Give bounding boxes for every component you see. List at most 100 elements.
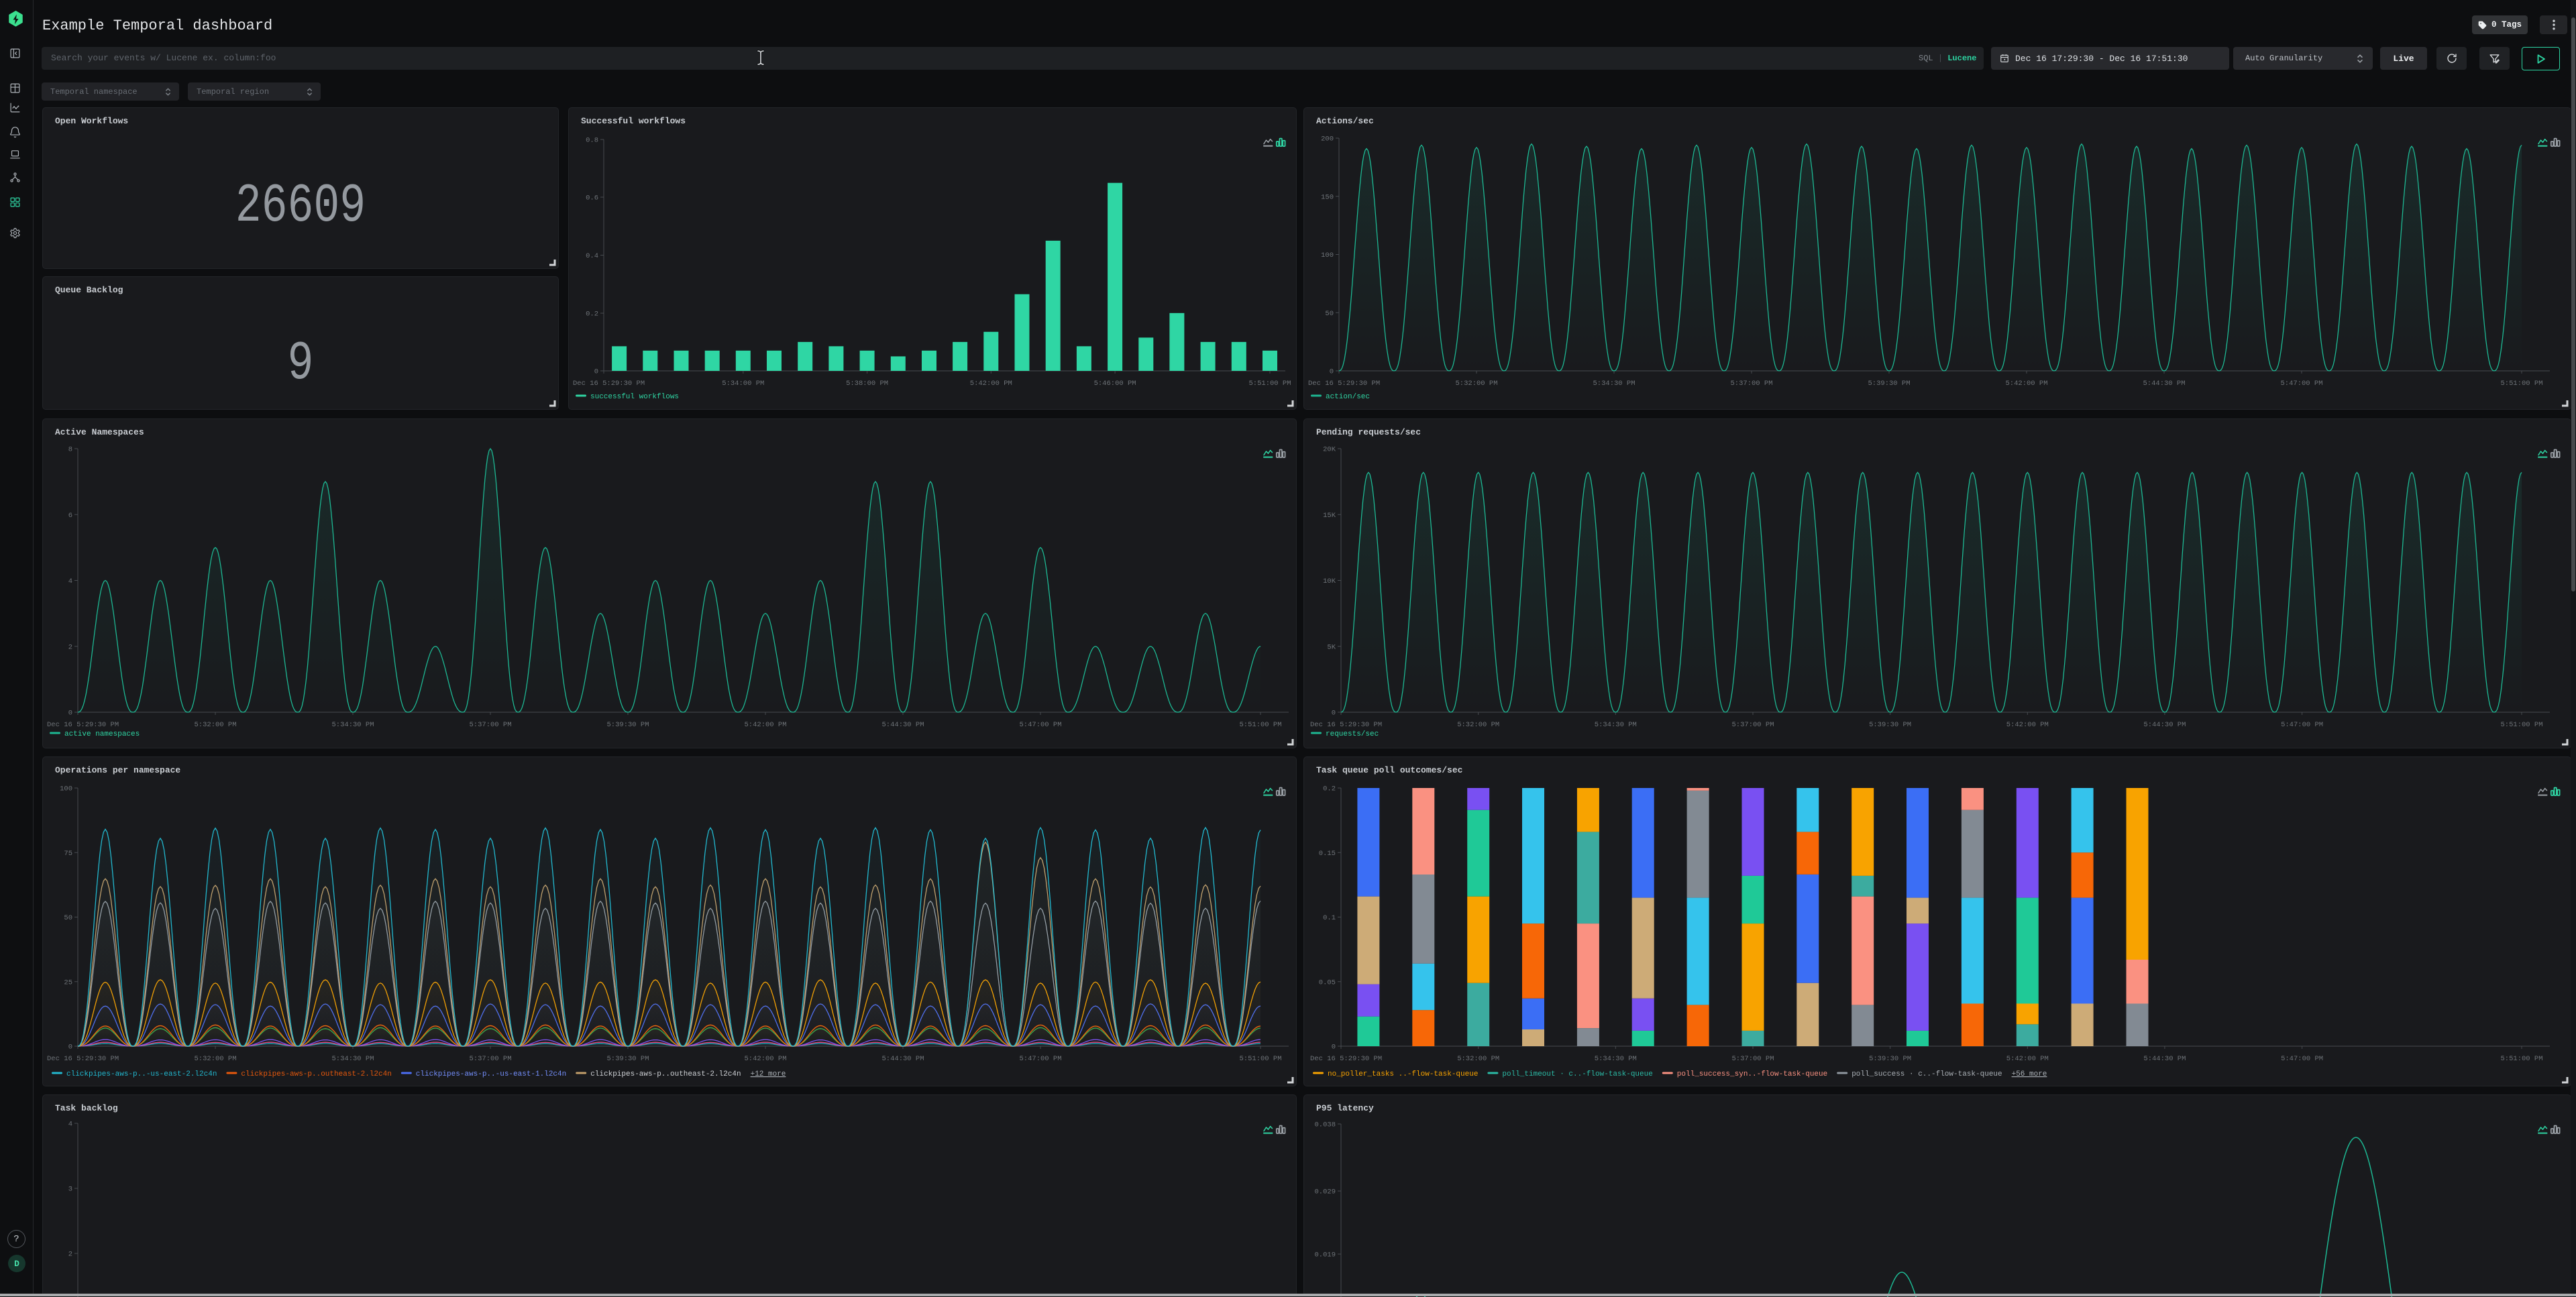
svg-text:Dec 16 5:29:30 PM: Dec 16 5:29:30 PM	[47, 721, 119, 729]
svg-text:5:39:30 PM: 5:39:30 PM	[1869, 1055, 1911, 1063]
svg-text:5:42:00 PM: 5:42:00 PM	[744, 1055, 786, 1063]
svg-text:clickpipes-aws-p..outheast-2.l: clickpipes-aws-p..outheast-2.l2c4n	[590, 1070, 741, 1078]
svg-text:5:34:30 PM: 5:34:30 PM	[1595, 721, 1637, 729]
svg-text:Dec 16 5:29:30 PM: Dec 16 5:29:30 PM	[1310, 1055, 1382, 1063]
svg-text:150: 150	[1321, 193, 1334, 201]
svg-text:5:39:30 PM: 5:39:30 PM	[606, 721, 649, 729]
svg-text:0: 0	[68, 1044, 72, 1052]
svg-text:5:34:30 PM: 5:34:30 PM	[331, 721, 374, 729]
svg-text:5:47:00 PM: 5:47:00 PM	[2281, 1055, 2323, 1063]
svg-text:5:51:00 PM: 5:51:00 PM	[1248, 380, 1291, 388]
svg-text:5K: 5K	[1327, 643, 1336, 651]
svg-text:clickpipes-aws-p..outheast-2.l: clickpipes-aws-p..outheast-2.l2c4n	[241, 1070, 391, 1078]
svg-text:20K: 20K	[1323, 446, 1336, 454]
svg-text:5:42:00 PM: 5:42:00 PM	[2005, 380, 2047, 388]
svg-text:0.029: 0.029	[1314, 1188, 1336, 1196]
svg-text:0: 0	[1332, 710, 1336, 718]
svg-text:5:51:00 PM: 5:51:00 PM	[2500, 1055, 2542, 1063]
svg-text:successful workflows: successful workflows	[590, 393, 679, 401]
svg-text:50: 50	[1325, 310, 1334, 318]
svg-text:clickpipes-aws-p..-us-east-1.l: clickpipes-aws-p..-us-east-1.l2c4n	[416, 1070, 566, 1078]
svg-text:Dec 16 5:29:30 PM: Dec 16 5:29:30 PM	[1308, 380, 1380, 388]
svg-text:Dec 16 5:29:30 PM: Dec 16 5:29:30 PM	[1310, 721, 1382, 729]
svg-text:3: 3	[68, 1186, 72, 1194]
svg-text:5:42:00 PM: 5:42:00 PM	[744, 721, 786, 729]
svg-text:5:47:00 PM: 5:47:00 PM	[1019, 721, 1061, 729]
svg-text:5:51:00 PM: 5:51:00 PM	[1239, 721, 1281, 729]
svg-text:poll_success · c..-flow-task-q: poll_success · c..-flow-task-queue	[1851, 1070, 2002, 1078]
svg-text:0.8: 0.8	[586, 137, 598, 145]
svg-text:clickpipes-aws-p..-us-east-2.l: clickpipes-aws-p..-us-east-2.l2c4n	[66, 1070, 217, 1078]
svg-text:5:47:00 PM: 5:47:00 PM	[1019, 1055, 1061, 1063]
svg-text:5:42:00 PM: 5:42:00 PM	[2006, 721, 2049, 729]
svg-text:0.05: 0.05	[1319, 978, 1336, 986]
svg-text:5:37:00 PM: 5:37:00 PM	[1731, 721, 1774, 729]
svg-text:5:38:00 PM: 5:38:00 PM	[846, 380, 888, 388]
svg-text:5:32:00 PM: 5:32:00 PM	[194, 1055, 236, 1063]
svg-text:6: 6	[68, 512, 72, 520]
svg-text:0.1: 0.1	[1323, 914, 1336, 922]
svg-text:Dec 16 5:29:30 PM: Dec 16 5:29:30 PM	[573, 380, 645, 388]
svg-text:0: 0	[1330, 368, 1334, 376]
svg-text:5:46:00 PM: 5:46:00 PM	[1094, 380, 1136, 388]
svg-text:Dec 16 5:29:30 PM: Dec 16 5:29:30 PM	[47, 1055, 119, 1063]
svg-text:5:44:30 PM: 5:44:30 PM	[2143, 1055, 2186, 1063]
svg-text:100: 100	[60, 785, 72, 793]
svg-text:0.6: 0.6	[586, 194, 598, 203]
svg-text:requests/sec: requests/sec	[1326, 730, 1379, 738]
svg-text:0.15: 0.15	[1319, 850, 1336, 858]
svg-text:5:42:00 PM: 5:42:00 PM	[970, 380, 1012, 388]
svg-text:10K: 10K	[1323, 577, 1336, 585]
svg-text:5:51:00 PM: 5:51:00 PM	[2500, 721, 2542, 729]
svg-text:5:39:30 PM: 5:39:30 PM	[1868, 380, 1910, 388]
svg-text:25: 25	[64, 978, 72, 986]
svg-text:5:37:00 PM: 5:37:00 PM	[1730, 380, 1772, 388]
svg-text:5:34:00 PM: 5:34:00 PM	[722, 380, 764, 388]
svg-text:5:34:30 PM: 5:34:30 PM	[331, 1055, 374, 1063]
svg-text:5:44:30 PM: 5:44:30 PM	[881, 1055, 924, 1063]
svg-text:0.038: 0.038	[1314, 1121, 1336, 1129]
svg-text:200: 200	[1321, 135, 1334, 144]
svg-text:0: 0	[68, 710, 72, 718]
svg-text:5:34:30 PM: 5:34:30 PM	[1593, 380, 1635, 388]
svg-text:5:32:00 PM: 5:32:00 PM	[1457, 1055, 1499, 1063]
svg-text:no_poller_tasks ..-flow-task-q: no_poller_tasks ..-flow-task-queue	[1328, 1070, 1478, 1078]
svg-text:5:37:00 PM: 5:37:00 PM	[469, 1055, 511, 1063]
svg-text:0: 0	[1332, 1044, 1336, 1052]
svg-text:poll_success_syn..-flow-task-q: poll_success_syn..-flow-task-queue	[1677, 1070, 1827, 1078]
svg-text:75: 75	[64, 850, 72, 858]
svg-text:0.4: 0.4	[586, 252, 598, 260]
svg-text:5:44:30 PM: 5:44:30 PM	[2143, 721, 2186, 729]
svg-text:100: 100	[1321, 251, 1334, 260]
svg-text:5:39:30 PM: 5:39:30 PM	[606, 1055, 649, 1063]
svg-text:5:47:00 PM: 5:47:00 PM	[2280, 380, 2322, 388]
svg-text:5:32:00 PM: 5:32:00 PM	[1457, 721, 1499, 729]
svg-text:4: 4	[68, 1121, 72, 1129]
svg-text:5:47:00 PM: 5:47:00 PM	[2281, 721, 2323, 729]
svg-text:5:34:30 PM: 5:34:30 PM	[1595, 1055, 1637, 1063]
svg-text:5:32:00 PM: 5:32:00 PM	[1455, 380, 1497, 388]
svg-text:active namespaces: active namespaces	[64, 730, 140, 738]
svg-text:5:42:00 PM: 5:42:00 PM	[2006, 1055, 2049, 1063]
svg-text:poll_timeout · c..-flow-task-q: poll_timeout · c..-flow-task-queue	[1502, 1070, 1652, 1078]
svg-text:5:32:00 PM: 5:32:00 PM	[194, 721, 236, 729]
svg-text:50: 50	[64, 914, 72, 922]
svg-text:0.2: 0.2	[586, 311, 598, 319]
svg-text:0.2: 0.2	[1323, 785, 1336, 793]
svg-text:5:44:30 PM: 5:44:30 PM	[881, 721, 924, 729]
svg-text:15K: 15K	[1323, 512, 1336, 520]
svg-text:5:51:00 PM: 5:51:00 PM	[1239, 1055, 1281, 1063]
svg-text:action/sec: action/sec	[1326, 393, 1370, 401]
svg-text:0.019: 0.019	[1314, 1251, 1336, 1259]
svg-text:5:44:30 PM: 5:44:30 PM	[2143, 380, 2185, 388]
svg-text:5:51:00 PM: 5:51:00 PM	[2500, 380, 2542, 388]
svg-text:8: 8	[68, 446, 72, 454]
svg-text:2: 2	[68, 1251, 72, 1259]
svg-text:2: 2	[68, 643, 72, 651]
svg-text:5:37:00 PM: 5:37:00 PM	[469, 721, 511, 729]
svg-text:4: 4	[68, 577, 72, 585]
svg-text:0: 0	[594, 368, 598, 376]
svg-text:+56 more: +56 more	[2012, 1070, 2047, 1078]
svg-text:5:39:30 PM: 5:39:30 PM	[1869, 721, 1911, 729]
svg-text:5:37:00 PM: 5:37:00 PM	[1731, 1055, 1774, 1063]
